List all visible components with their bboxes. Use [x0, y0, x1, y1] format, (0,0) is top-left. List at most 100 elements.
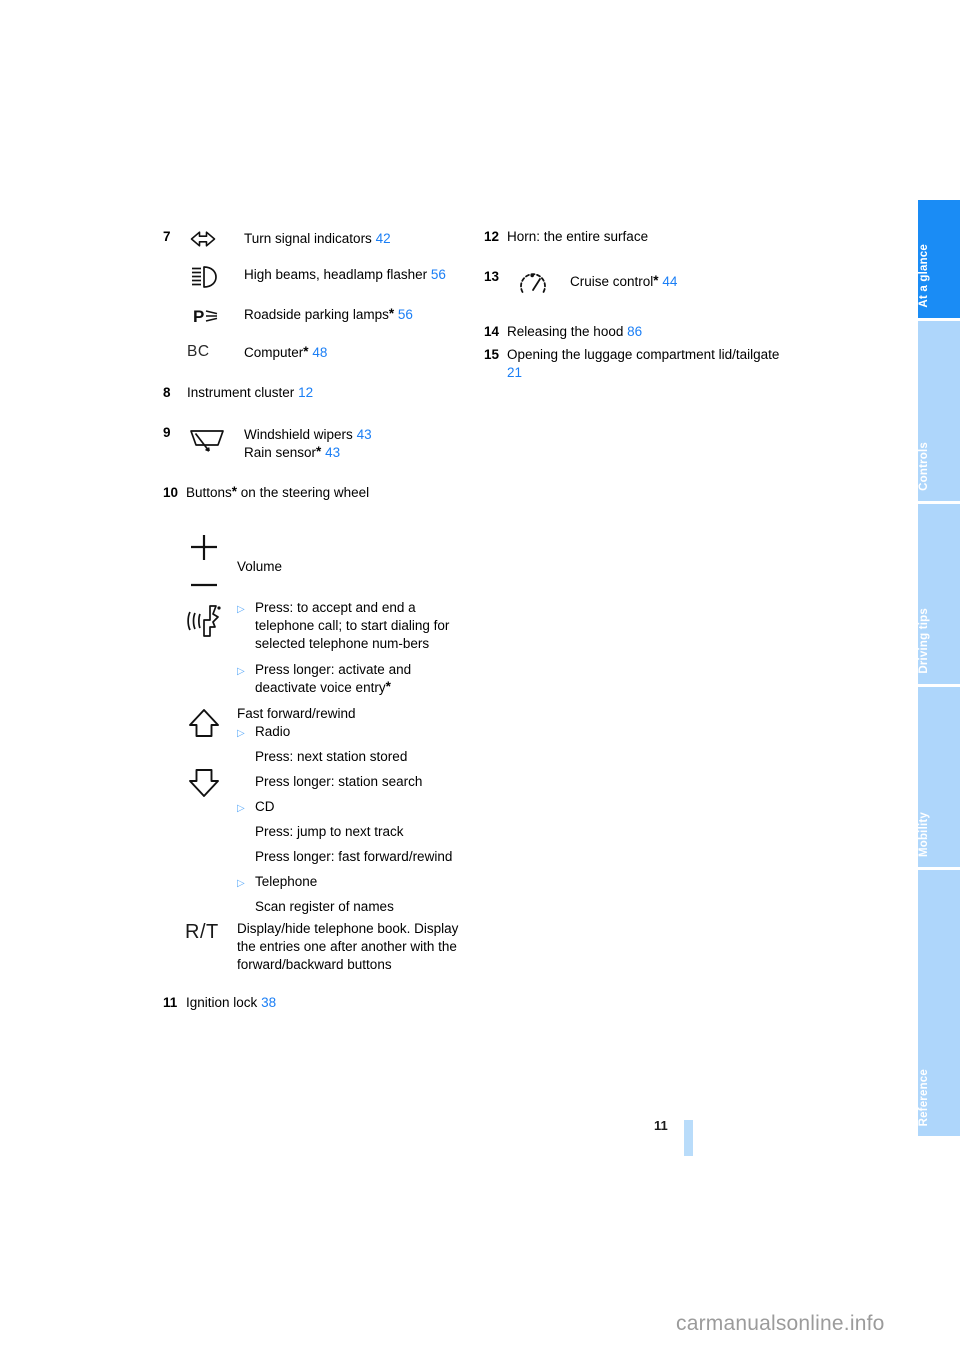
option-asterisk: *	[653, 273, 659, 288]
entry-12-body: Horn: the entire surface	[507, 229, 649, 244]
sub-line: Press: jump to next track	[255, 824, 404, 839]
row-turn-signal-indicators: Turn signal indicators 42	[187, 228, 473, 249]
entry-12: 12 Horn: the entire surface	[484, 228, 784, 246]
bullet-row: ▷ Press: to accept and end a telephone c…	[237, 599, 473, 653]
entry-11: 11 Ignition lock 38	[163, 994, 473, 1012]
entry-number: 15	[484, 347, 500, 362]
entry-8: 8 Instrument cluster 12	[163, 384, 473, 402]
voice-bullets: ▷ Press: to accept and end a telephone c…	[237, 599, 473, 697]
page-ref[interactable]: 43	[357, 427, 372, 442]
sub-line: Press: next station stored	[255, 749, 408, 764]
triangle-bullet-icon: ▷	[237, 604, 245, 615]
page-ref[interactable]: 21	[507, 365, 522, 380]
right-content-column: 12 Horn: the entire surface 13 Cruise co…	[484, 228, 784, 382]
rt-text: Display/hide telephone book. Display the…	[237, 921, 459, 972]
option-asterisk: *	[303, 344, 309, 359]
seek-content: Fast forward/rewind ▷ Radio Press: next …	[237, 705, 473, 916]
page-ref[interactable]: 12	[298, 385, 313, 400]
arrow-down-icon	[189, 769, 219, 797]
volume-label: Volume	[237, 559, 283, 574]
page-marker-bar	[684, 1120, 693, 1156]
label-text: Windshield wipers	[244, 427, 353, 442]
sidebar-tab-mobility[interactable]: Mobility	[918, 687, 960, 867]
entry-number: 7	[163, 229, 171, 244]
page-ref[interactable]: 56	[398, 307, 413, 322]
sub-line: Press longer: fast forward/rewind	[255, 849, 453, 864]
entry-7: 7 Turn signal indicators 42 High beams, …	[163, 228, 473, 362]
manual-page: 7 Turn signal indicators 42 High beams, …	[0, 0, 960, 1358]
cruise-control-icon	[505, 268, 570, 301]
sub-line: Scan register of names	[255, 899, 394, 914]
row-label: Roadside parking lamps* 56	[244, 304, 473, 324]
entry-number: 13	[484, 269, 500, 284]
entry-9: 9 Windshield wipers 43 Rain sensor* 43	[163, 424, 473, 462]
label-text: Releasing the hood	[507, 324, 624, 339]
row-fast-forward-rewind: Fast forward/rewind ▷ Radio Press: next …	[185, 705, 473, 916]
wiper-line-2: Rain sensor* 43	[244, 444, 473, 462]
bullet-text: Telephone	[255, 874, 318, 889]
label-text: Turn signal indicators	[244, 231, 372, 246]
entry-8-body: Instrument cluster 12	[187, 384, 473, 402]
row-voice-telephone: ▷ Press: to accept and end a telephone c…	[185, 599, 473, 697]
label-text-pre: Buttons	[186, 485, 232, 500]
seek-heading: Fast forward/rewind	[237, 706, 356, 721]
page-ref[interactable]: 44	[662, 274, 677, 289]
seek-arrows-icon-group	[185, 705, 237, 801]
label-text: Ignition lock	[186, 995, 258, 1010]
tab-label: Reference	[918, 1068, 930, 1126]
option-asterisk: *	[385, 679, 391, 694]
wiper-line-1: Windshield wipers 43	[244, 426, 473, 444]
page-ref[interactable]: 43	[325, 445, 340, 460]
row-rt-telephone-book: R/T Display/hide telephone book. Display…	[185, 918, 473, 974]
sidebar-tab-controls[interactable]: Controls	[918, 321, 960, 501]
bullet-row: ▷ Telephone	[237, 873, 473, 891]
triangle-bullet-icon: ▷	[237, 803, 245, 814]
high-beams-headlamp-flasher-icon	[187, 264, 244, 289]
label-text: Instrument cluster	[187, 385, 295, 400]
sidebar-tab-reference[interactable]: Reference	[918, 870, 960, 1136]
bullet-text: Press longer: activate and deactivate vo…	[255, 661, 473, 697]
entry-number: 10	[163, 485, 179, 500]
row-label: Computer* 48	[244, 342, 473, 362]
page-ref[interactable]: 86	[627, 324, 642, 339]
entry-number: 8	[163, 385, 171, 400]
rt-glyph-text: R/T	[185, 921, 219, 943]
svg-text:P: P	[193, 307, 204, 326]
bullet-text: CD	[255, 799, 275, 814]
row-label: Windshield wipers 43 Rain sensor* 43	[244, 424, 473, 462]
label-text: Rain sensor	[244, 445, 317, 460]
label-text: Opening the luggage compartment lid/tail…	[507, 347, 780, 362]
option-asterisk: *	[388, 306, 395, 321]
page-ref[interactable]: 48	[312, 345, 327, 360]
page-ref[interactable]: 56	[431, 267, 446, 282]
row-cruise-control: Cruise control* 44	[505, 268, 784, 301]
label-text: Roadside parking lamps	[244, 307, 389, 322]
row-onboard-computer: BC Computer* 48	[187, 342, 473, 362]
page-ref[interactable]: 38	[261, 995, 276, 1010]
bullet-row: ▷ Radio	[237, 723, 473, 741]
triangle-bullet-icon: ▷	[237, 878, 245, 889]
arrow-up-icon	[189, 709, 219, 737]
page-number: 11	[654, 1118, 668, 1133]
sidebar-tab-driving-tips[interactable]: Driving tips	[918, 504, 960, 684]
page-ref[interactable]: 42	[376, 231, 391, 246]
onboard-computer-icon: BC	[187, 342, 244, 361]
entry-10-body: Buttons* on the steering wheel	[184, 484, 473, 502]
tab-label: Mobility	[918, 811, 930, 857]
plus-icon	[191, 535, 217, 560]
row-high-beams: High beams, headlamp flasher 56	[187, 264, 473, 289]
entry-14: 14 Releasing the hood 86	[484, 323, 784, 341]
row-volume: Volume	[185, 532, 473, 595]
entry-number: 9	[163, 425, 171, 440]
bullet-row: ▷ Press longer: activate and deactivate …	[237, 661, 473, 697]
sidebar-tab-at-a-glance[interactable]: At a glance	[918, 200, 960, 318]
entry-13-body: Cruise control* 44	[505, 268, 784, 301]
entry-15-body: Opening the luggage compartment lid/tail…	[505, 346, 784, 382]
entry-number: 12	[484, 229, 500, 244]
entry-number: 11	[163, 995, 178, 1010]
entry-13: 13 Cruise control* 44	[484, 268, 784, 301]
sub-line: Press longer: station search	[255, 774, 423, 789]
left-content-column: 7 Turn signal indicators 42 High beams, …	[163, 228, 473, 1012]
tab-label: Driving tips	[918, 608, 930, 674]
row-label: Turn signal indicators 42	[244, 228, 473, 248]
